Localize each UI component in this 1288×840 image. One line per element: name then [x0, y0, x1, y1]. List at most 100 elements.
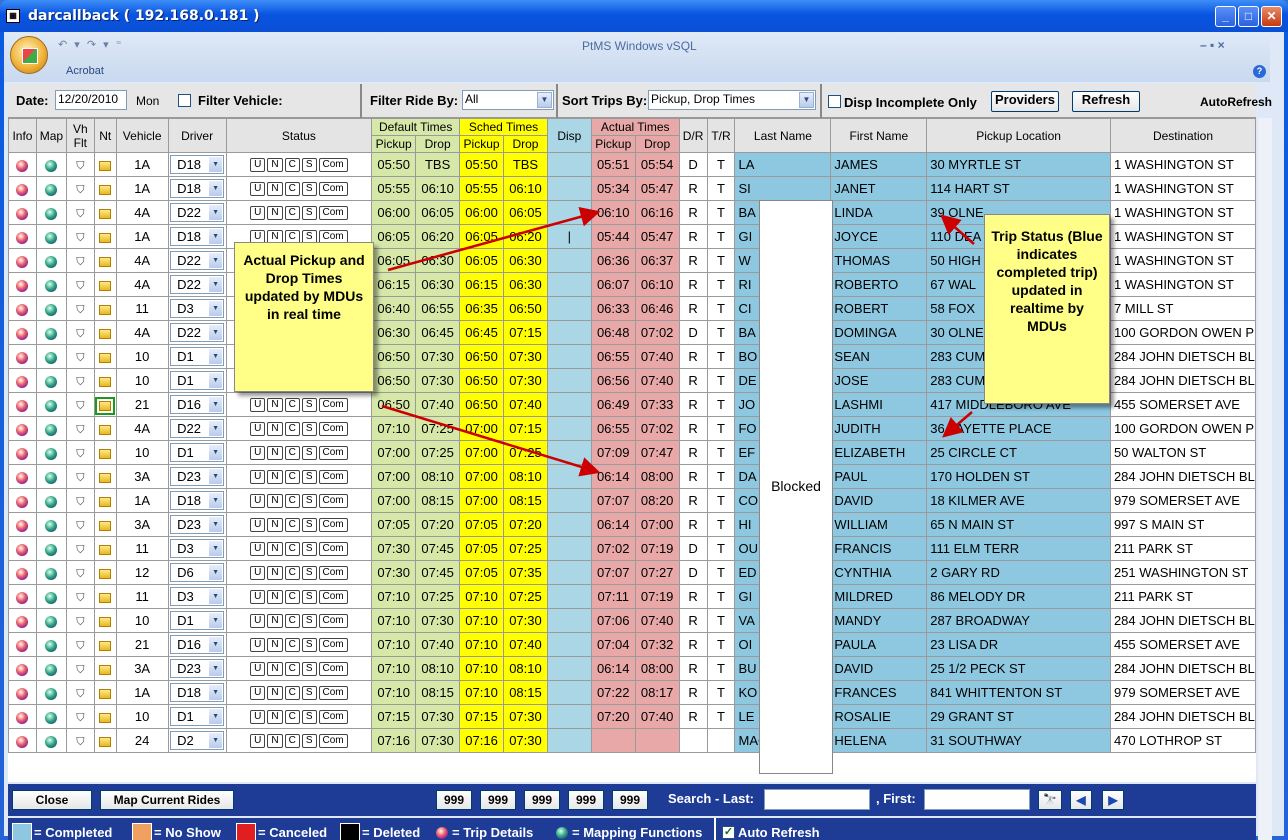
note-cell[interactable] — [93, 704, 117, 729]
note-cell[interactable] — [93, 584, 117, 609]
quick-access-toolbar[interactable]: ↶ ▾ ↷ ▾ ⁼ — [58, 38, 124, 51]
help-icon[interactable]: ? — [1253, 65, 1266, 78]
col-vhflt[interactable]: Vh Flt — [65, 118, 95, 153]
filter-icon[interactable]: ⛉ — [76, 712, 84, 724]
map-cell[interactable] — [35, 680, 67, 705]
mapping-icon[interactable] — [45, 423, 58, 436]
filter-cell[interactable]: ⛉ — [65, 536, 95, 561]
status-n-button[interactable]: N — [267, 398, 283, 413]
sort-trips-dropdown[interactable]: Pickup, Drop Times ▼ — [648, 90, 816, 110]
status-c-button[interactable]: C — [284, 638, 300, 653]
disp-cell[interactable] — [546, 488, 592, 513]
mapping-icon[interactable] — [45, 399, 58, 412]
note-cell[interactable] — [93, 536, 117, 561]
mapping-icon[interactable] — [45, 495, 58, 508]
status-n-button[interactable]: N — [267, 158, 283, 173]
status-c-button[interactable]: C — [284, 710, 300, 725]
filter-cell[interactable]: ⛉ — [65, 200, 95, 225]
driver-cell[interactable]: D3 ▼ — [167, 536, 227, 561]
note-icon[interactable] — [99, 448, 112, 459]
trip-details-icon[interactable] — [16, 543, 29, 556]
status-n-button[interactable]: N — [267, 662, 283, 677]
note-icon[interactable] — [99, 160, 112, 171]
col-info[interactable]: Info — [8, 118, 37, 153]
status-com-button[interactable]: Com — [318, 446, 348, 461]
vertical-scrollbar[interactable] — [1258, 118, 1272, 840]
search-first-input[interactable] — [924, 789, 1030, 810]
note-icon[interactable] — [99, 592, 112, 603]
trip-details-icon[interactable] — [16, 495, 29, 508]
ribbon-window-controls[interactable]: – ▪ × — [1200, 38, 1225, 52]
filter-icon[interactable]: ⛉ — [76, 592, 84, 604]
filter-icon[interactable]: ⛉ — [76, 448, 84, 460]
col-status[interactable]: Status — [225, 118, 373, 153]
driver-dropdown[interactable]: D22 ▼ — [170, 275, 225, 294]
driver-cell[interactable]: D16 ▼ — [167, 392, 227, 417]
driver-dropdown[interactable]: D1 ▼ — [170, 347, 225, 366]
map-cell[interactable] — [35, 272, 67, 297]
table-row[interactable]: ⛉24D2▼UNCSCom07:1607:3007:1607:30MACDONA… — [8, 728, 1256, 753]
status-u-button[interactable]: U — [250, 206, 266, 221]
info-cell[interactable] — [8, 536, 37, 561]
note-cell[interactable] — [93, 296, 117, 321]
note-icon[interactable] — [99, 688, 112, 699]
note-cell[interactable] — [93, 176, 117, 201]
map-cell[interactable] — [35, 224, 67, 249]
filter-icon[interactable]: ⛉ — [76, 400, 84, 412]
driver-dropdown[interactable]: D18 ▼ — [170, 155, 225, 174]
driver-cell[interactable]: D1 ▼ — [167, 440, 227, 465]
disp-cell[interactable] — [546, 440, 592, 465]
driver-cell[interactable]: D22 ▼ — [167, 200, 227, 225]
status-c-button[interactable]: C — [284, 734, 300, 749]
trip-details-icon[interactable] — [16, 375, 29, 388]
filter-cell[interactable]: ⛉ — [65, 512, 95, 537]
driver-cell[interactable]: D18 ▼ — [167, 680, 227, 705]
info-cell[interactable] — [8, 248, 37, 273]
filter-cell[interactable]: ⛉ — [65, 224, 95, 249]
note-cell[interactable] — [93, 560, 117, 585]
disp-cell[interactable]: | — [546, 224, 592, 249]
status-com-button[interactable]: Com — [318, 542, 348, 557]
status-c-button[interactable]: C — [284, 422, 300, 437]
mapping-icon[interactable] — [45, 375, 58, 388]
status-u-button[interactable]: U — [250, 422, 266, 437]
info-cell[interactable] — [8, 512, 37, 537]
info-cell[interactable] — [8, 704, 37, 729]
driver-dropdown[interactable]: D23 ▼ — [170, 467, 225, 486]
status-s-button[interactable]: S — [301, 158, 317, 173]
col-last-name[interactable]: Last Name — [734, 118, 832, 153]
office-button[interactable] — [10, 36, 48, 74]
status-s-button[interactable]: S — [301, 662, 317, 677]
disp-cell[interactable] — [546, 416, 592, 441]
filter-icon[interactable]: ⛉ — [76, 472, 84, 484]
status-c-button[interactable]: C — [284, 518, 300, 533]
filter-icon[interactable]: ⛉ — [76, 496, 84, 508]
map-cell[interactable] — [35, 248, 67, 273]
status-com-button[interactable]: Com — [318, 518, 348, 533]
driver-dropdown[interactable]: D22 ▼ — [170, 251, 225, 270]
driver-cell[interactable]: D22 ▼ — [167, 272, 227, 297]
disp-cell[interactable] — [546, 368, 592, 393]
status-u-button[interactable]: U — [250, 662, 266, 677]
filter-icon[interactable]: ⛉ — [76, 280, 84, 292]
disp-cell[interactable] — [546, 656, 592, 681]
status-u-button[interactable]: U — [250, 566, 266, 581]
filter-cell[interactable]: ⛉ — [65, 368, 95, 393]
note-cell[interactable] — [93, 320, 117, 345]
note-cell[interactable] — [93, 632, 117, 657]
status-s-button[interactable]: S — [301, 638, 317, 653]
driver-dropdown[interactable]: D23 ▼ — [170, 659, 225, 678]
driver-cell[interactable]: D18 ▼ — [167, 152, 227, 177]
map-cell[interactable] — [35, 536, 67, 561]
col-disp[interactable]: Disp — [546, 118, 592, 153]
filter-cell[interactable]: ⛉ — [65, 584, 95, 609]
status-n-button[interactable]: N — [267, 734, 283, 749]
filter-cell[interactable]: ⛉ — [65, 464, 95, 489]
map-cell[interactable] — [35, 608, 67, 633]
driver-dropdown[interactable]: D18 ▼ — [170, 683, 225, 702]
note-icon[interactable] — [99, 352, 112, 363]
col-first-name[interactable]: First Name — [830, 118, 928, 153]
note-icon[interactable] — [99, 520, 112, 531]
filter-cell[interactable]: ⛉ — [65, 608, 95, 633]
status-u-button[interactable]: U — [250, 590, 266, 605]
